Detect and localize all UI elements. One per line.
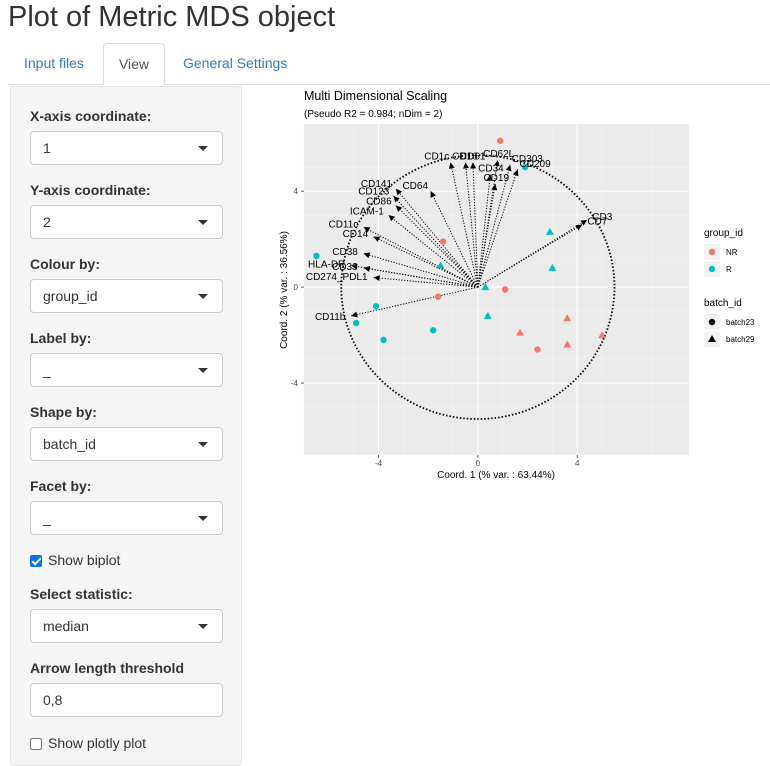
colour-by-select[interactable]: group_id <box>30 279 223 313</box>
shape-by-value: batch_id <box>43 436 96 452</box>
x-tick-label: 0 <box>476 459 481 468</box>
legend-swatch-circle <box>708 265 716 273</box>
chevron-down-icon <box>198 442 208 447</box>
y-axis-label: Coord. 2 (% var. : 36.56%) <box>279 231 290 349</box>
legend-entry-label: R <box>726 265 732 274</box>
facet-by-value: _ <box>43 510 51 526</box>
arrow-label: CD1c <box>424 152 449 163</box>
show-biplot-checkbox[interactable]: Show biplot <box>30 552 120 568</box>
shape-by-select[interactable]: batch_id <box>30 427 223 461</box>
show-plotly-checkbox[interactable]: Show plotly plot <box>30 735 146 751</box>
chevron-down-icon <box>198 294 208 299</box>
label-by-value: _ <box>43 362 51 378</box>
arrow-label: CD64 <box>402 181 428 192</box>
x-tick-label: -4 <box>375 459 383 468</box>
legend-entry-label: batch23 <box>726 318 755 327</box>
arrow-label: CD86 <box>366 196 392 207</box>
tab-input-files[interactable]: Input files <box>10 43 98 83</box>
colour-by-label: Colour by: <box>30 256 100 272</box>
y-tick-label: 4 <box>294 187 299 196</box>
data-point-circle <box>434 293 442 300</box>
statistic-select[interactable]: median <box>30 609 223 643</box>
chevron-down-icon <box>198 146 208 151</box>
chart-title: Multi Dimensional Scaling <box>304 89 447 103</box>
tab-bar: Input files View General Settings <box>8 43 770 85</box>
mds-plot: Multi Dimensional Scaling (Pseudo R2 = 0… <box>279 89 755 481</box>
label-by-select[interactable]: _ <box>30 353 223 387</box>
y-axis-select[interactable]: 2 <box>30 205 223 239</box>
arrow-label: CD11b <box>315 312 346 323</box>
arrow-label: CD14 <box>343 229 369 240</box>
legend-title: batch_id <box>704 298 742 309</box>
data-point-circle <box>380 336 387 344</box>
data-point-circle <box>501 286 509 293</box>
y-tick-label: 0 <box>294 283 299 292</box>
arrow-label: CD19 <box>483 173 509 184</box>
chevron-down-icon <box>198 220 208 225</box>
statistic-value: median <box>43 618 89 634</box>
checkbox-checked-icon[interactable] <box>30 555 42 567</box>
checkbox-unchecked-icon[interactable] <box>30 738 42 750</box>
shape-by-label: Shape by: <box>30 404 97 420</box>
arrow-threshold-input[interactable]: 0,8 <box>30 683 223 717</box>
chevron-down-icon <box>198 368 208 373</box>
label-by-label: Label by: <box>30 330 92 346</box>
y-tick-label: -4 <box>291 379 299 388</box>
x-axis-label: Coord. 1 (% var. : 63.44%) <box>437 470 555 481</box>
sidebar-panel: X-axis coordinate: 1 Y-axis coordinate: … <box>10 86 242 766</box>
x-axis-label: X-axis coordinate: <box>30 108 152 124</box>
legend-swatch-circle <box>708 318 716 326</box>
arrow-label: CD7 <box>587 217 607 228</box>
legend-entry-label: NR <box>726 248 738 257</box>
facet-by-label: Facet by: <box>30 478 92 494</box>
arrow-threshold-label: Arrow length threshold <box>30 660 184 676</box>
y-axis-label: Y-axis coordinate: <box>30 182 151 198</box>
statistic-label: Select statistic: <box>30 586 133 602</box>
data-point-circle <box>534 346 541 353</box>
colour-by-value: group_id <box>43 288 98 304</box>
data-point-circle <box>439 238 447 245</box>
show-plotly-label: Show plotly plot <box>48 735 147 751</box>
tab-general-settings[interactable]: General Settings <box>169 43 301 83</box>
data-point-circle <box>372 303 380 310</box>
show-biplot-label: Show biplot <box>48 552 121 568</box>
tab-view[interactable]: View <box>103 43 165 85</box>
x-axis-select[interactable]: 1 <box>30 131 223 165</box>
chevron-down-icon <box>198 624 208 629</box>
arrow-label: CD274_PDL1 <box>306 272 368 283</box>
facet-by-select[interactable]: _ <box>30 501 223 535</box>
arrow-label: ICAM-1 <box>350 206 384 217</box>
arrow-label: CD62L <box>483 149 515 160</box>
data-point-circle <box>313 252 320 260</box>
x-tick-label: 4 <box>575 459 580 468</box>
arrow-label: CD209 <box>520 159 552 170</box>
page-title: Plot of Metric MDS object <box>8 1 336 33</box>
x-axis-value: 1 <box>43 140 51 156</box>
chart-subtitle: (Pseudo R2 = 0.984; nDim = 2) <box>304 109 442 120</box>
data-point-circle <box>497 137 504 144</box>
data-point-circle <box>352 319 360 327</box>
arrow-label: CD38 <box>332 247 358 258</box>
data-point-circle <box>429 327 437 334</box>
legend-title: group_id <box>704 228 743 239</box>
legend: group_id NR Rbatch_id batch23 batch29 <box>704 228 755 347</box>
arrow-label: CD16 <box>452 151 478 162</box>
legend-entry-label: batch29 <box>726 335 755 344</box>
chevron-down-icon <box>198 516 208 521</box>
legend-swatch-circle <box>708 248 716 256</box>
y-axis-value: 2 <box>43 214 51 230</box>
